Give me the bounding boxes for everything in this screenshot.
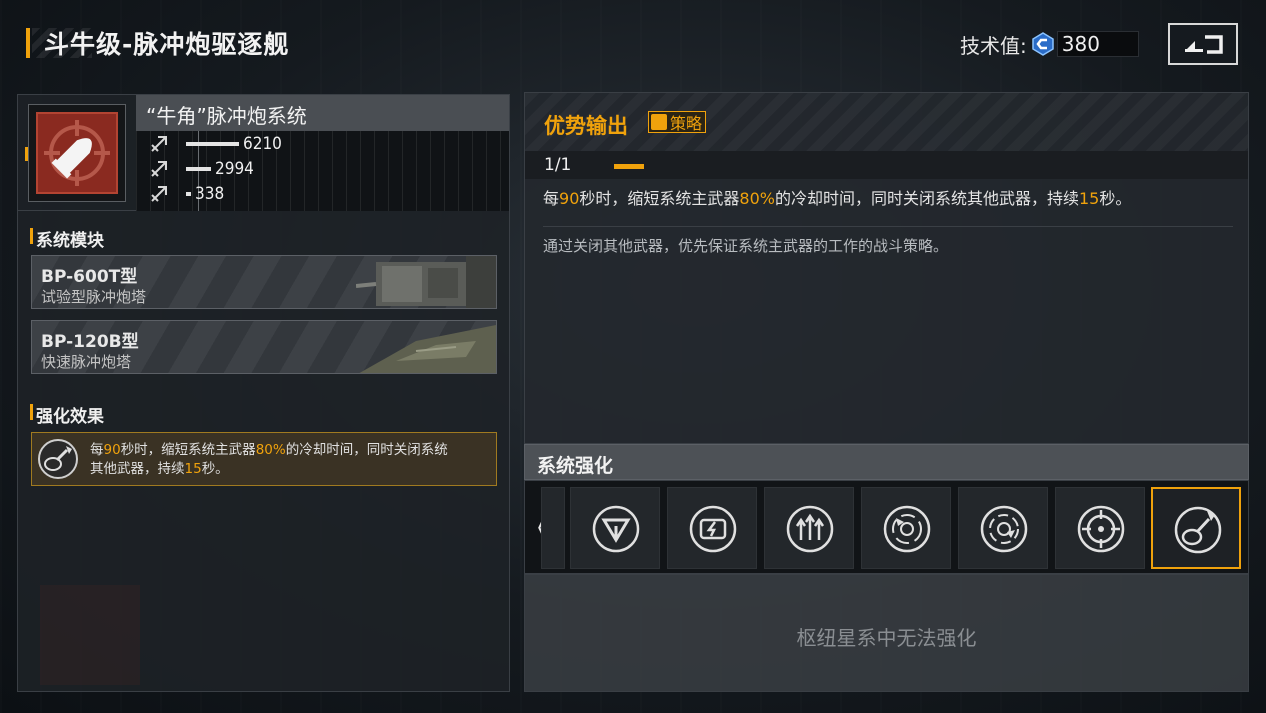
weapon-name-bar: “牛角”脉冲炮系统 — [136, 95, 509, 131]
strengthen-locked-area: 枢纽星系中无法强化 — [524, 574, 1249, 692]
enhance-effect-text: 每90秒时，缩短系统主武器80%的冷却时间，同时关闭系统 其他武器，持续15秒。 — [90, 442, 448, 477]
energy-card-icon — [689, 505, 737, 553]
page-title: 斗牛级-脉冲炮驱逐舰 — [44, 30, 290, 59]
module-name: BP-120B型 — [41, 332, 139, 352]
module-card-bp600t[interactable]: BP-600T型 试验型脉冲炮塔 — [31, 255, 497, 309]
modules-section-title: 系统模块 — [30, 226, 104, 251]
radar-swirl-alt-icon — [980, 505, 1028, 553]
attack-arrow-icon — [151, 136, 167, 152]
triangle-emblem-icon — [592, 505, 640, 553]
attack-arrow-icon — [151, 186, 167, 202]
strengthen-slot-3[interactable] — [764, 487, 854, 569]
tech-label: 技术值: — [960, 33, 1027, 58]
turret-art-image — [356, 256, 496, 308]
enhance-effect-box: 每90秒时，缩短系统主武器80%的冷却时间，同时关闭系统 其他武器，持续15秒。 — [31, 432, 497, 486]
skill-tag: 策略 — [648, 111, 707, 133]
title-accent — [26, 28, 30, 58]
system-detail-panel: “牛角”脉冲炮系统 6210 2994 338 系统模块 BP-600T型 试验 — [17, 94, 510, 692]
tech-value-display: 技术值: 380 — [960, 30, 1139, 58]
strengthen-locked-text: 枢纽星系中无法强化 — [796, 626, 977, 650]
stat-bar-armor — [186, 167, 211, 171]
radar-swirl-icon — [883, 505, 931, 553]
stat-row-damage: 6210 — [150, 133, 282, 155]
stat-value-armor: 2994 — [215, 159, 254, 179]
weapon-icon-bg — [36, 112, 118, 194]
stat-row-building: 338 — [150, 183, 224, 205]
page-title-bar: 斗牛级-脉冲炮驱逐舰 — [26, 26, 289, 60]
guitar-pick-icon — [38, 439, 78, 479]
skill-level: 1/1 — [544, 155, 572, 175]
background-blur-card — [40, 585, 140, 685]
skill-description: 每90秒时，缩短系统主武器80%的冷却时间，同时关闭系统其他武器，持续15秒。 — [543, 189, 1132, 208]
strengthen-title: 系统强化 — [537, 455, 614, 477]
module-name: BP-600T型 — [41, 267, 138, 287]
weapon-icon-frame[interactable] — [28, 104, 126, 202]
stat-value-building: 338 — [195, 184, 225, 204]
skill-flavor-text: 通过关闭其他武器，优先保证系统主武器的工作的战斗策略。 — [543, 237, 949, 255]
strengthen-slot-row: 《 — [524, 480, 1249, 574]
weapon-stats: 6210 2994 338 — [136, 131, 509, 211]
weapon-card: “牛角”脉冲炮系统 6210 2994 338 — [18, 95, 509, 211]
divider — [543, 226, 1233, 227]
weapon-name: “牛角”脉冲炮系统 — [146, 104, 307, 128]
strengthen-slot-7-selected[interactable] — [1151, 487, 1241, 569]
skill-header: 优势输出 策略 — [525, 93, 1248, 151]
partial-slot[interactable] — [541, 487, 565, 569]
strengthen-slot-1[interactable] — [570, 487, 660, 569]
module-card-bp120b[interactable]: BP-120B型 快速脉冲炮塔 — [31, 320, 497, 374]
guitar-pick-icon — [1174, 506, 1222, 554]
strengthen-slot-5[interactable] — [958, 487, 1048, 569]
back-arrow-icon — [1185, 35, 1223, 54]
pulse-shell-icon — [44, 120, 110, 186]
enhance-section-title: 强化效果 — [30, 402, 104, 427]
module-desc: 试验型脉冲炮塔 — [41, 288, 147, 306]
strengthen-slot-6[interactable] — [1055, 487, 1145, 569]
tech-value: 380 — [1056, 31, 1139, 57]
stat-row-armor: 2994 — [150, 158, 254, 180]
skill-tag-text: 策略 — [670, 114, 703, 133]
stat-bar-building — [186, 192, 191, 196]
strengthen-slot-2[interactable] — [667, 487, 757, 569]
module-desc: 快速脉冲炮塔 — [41, 353, 132, 371]
skill-level-row: 1/1 — [525, 151, 1248, 179]
attack-arrow-icon — [151, 161, 167, 177]
skill-detail-panel: 优势输出 策略 1/1 每90秒时，缩短系统主武器80%的冷却时间，同时关闭系统… — [524, 92, 1249, 444]
strengthen-title-bar: 系统强化 — [524, 444, 1249, 480]
skill-title: 优势输出 — [544, 114, 628, 138]
back-button[interactable] — [1168, 23, 1238, 65]
crosshair-target-icon — [1077, 505, 1125, 553]
skill-level-bar — [614, 164, 644, 169]
triple-arrow-up-icon — [786, 505, 834, 553]
strengthen-slot-4[interactable] — [861, 487, 951, 569]
stat-value-damage: 6210 — [243, 134, 282, 154]
turret-art-image — [359, 325, 496, 373]
stat-bar-damage — [186, 142, 239, 146]
tech-crystal-icon — [1032, 32, 1054, 56]
strategy-icon — [651, 114, 667, 130]
